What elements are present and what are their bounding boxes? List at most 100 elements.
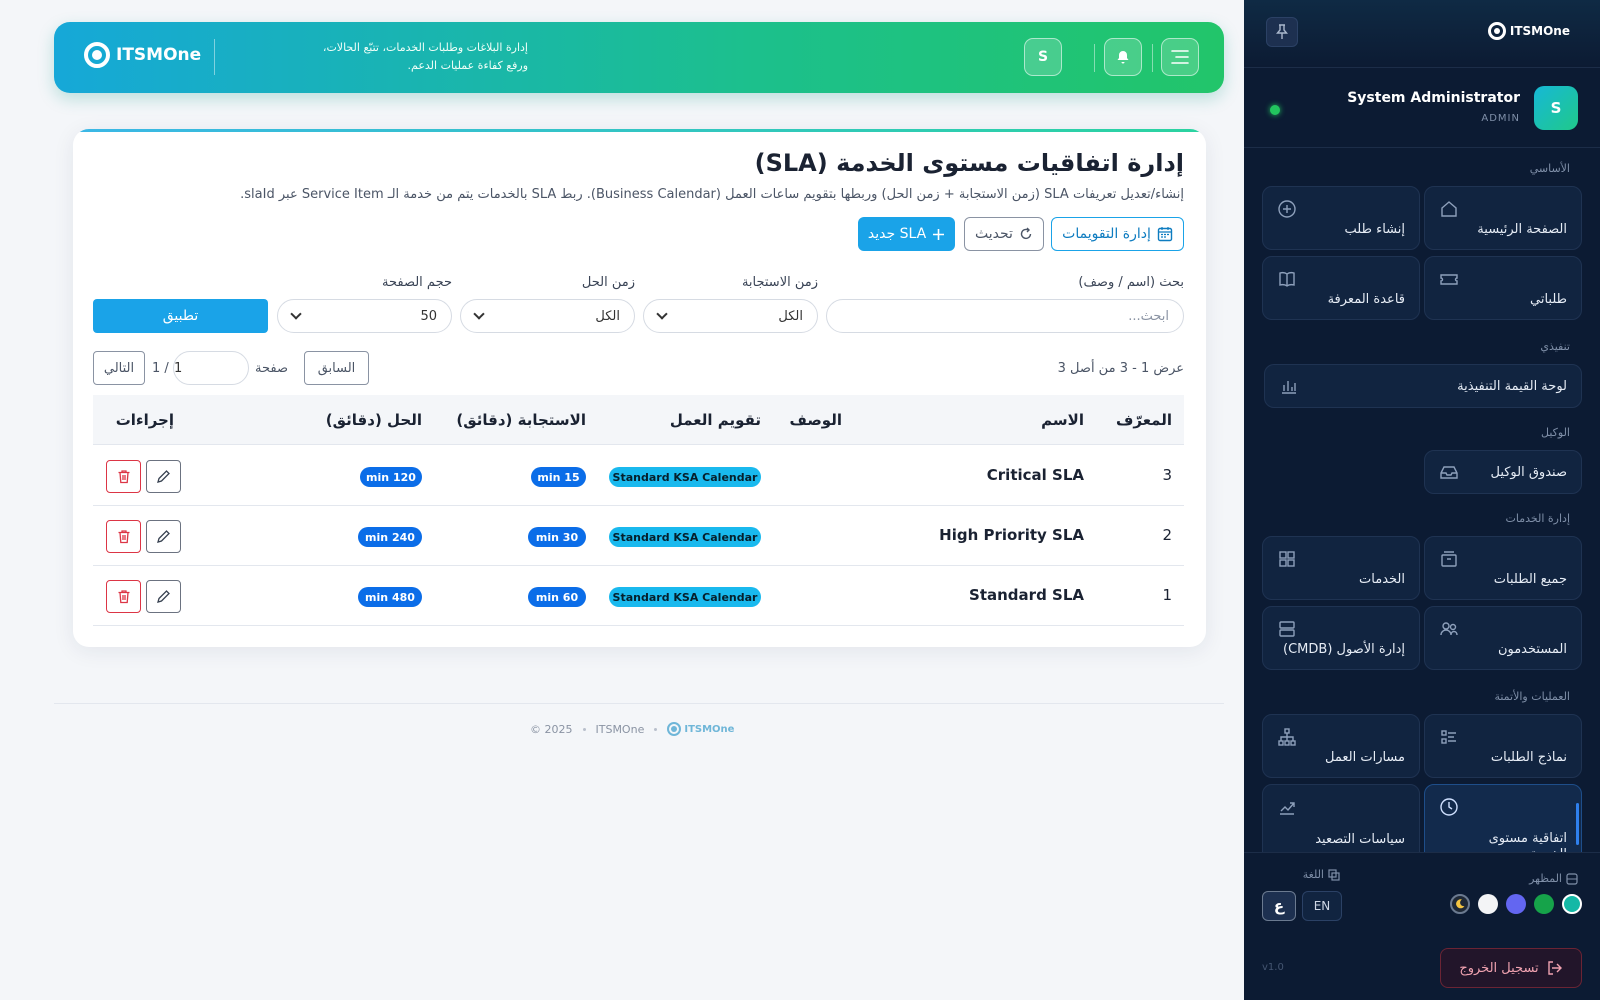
sla-management-card: إدارة اتفاقيات مستوى الخدمة (SLA) إنشاء/… bbox=[73, 129, 1206, 647]
calendar-badge: Standard KSA Calendar bbox=[609, 527, 761, 547]
edit-button[interactable] bbox=[146, 520, 181, 553]
pin-icon bbox=[1276, 24, 1288, 39]
page-size-label: حجم الصفحة bbox=[382, 275, 452, 290]
language-en-button[interactable]: EN bbox=[1302, 891, 1342, 921]
row-id: 2 bbox=[1162, 526, 1172, 544]
online-status-indicator bbox=[1270, 105, 1280, 115]
sidebar-item-all-requests[interactable]: جميع الطلبات bbox=[1424, 536, 1582, 600]
language-ar-button[interactable]: ع bbox=[1262, 891, 1296, 921]
user-name: System Administrator bbox=[1347, 90, 1520, 106]
theme-swatch-green[interactable] bbox=[1534, 894, 1554, 914]
theme-swatch-dark[interactable] bbox=[1450, 894, 1470, 914]
table-row[interactable]: 1 Standard SLA Standard KSA Calendar 60 … bbox=[93, 566, 1184, 626]
user-role: ADMIN bbox=[1481, 113, 1520, 124]
next-page-button[interactable]: التالي bbox=[93, 351, 145, 385]
manage-calendars-button[interactable]: إدارة التقويمات bbox=[1051, 217, 1184, 251]
resolution-filter-select[interactable]: الكل bbox=[460, 299, 635, 333]
profile-avatar-button[interactable]: S bbox=[1024, 38, 1062, 76]
logo-gear-icon bbox=[1487, 22, 1506, 40]
page-subtitle: إنشاء/تعديل تعريفات SLA (زمن الاستجابة +… bbox=[240, 187, 1184, 202]
prev-page-button[interactable]: السابق bbox=[304, 351, 369, 385]
delete-button[interactable] bbox=[106, 460, 141, 493]
sidebar-item-agent-inbox[interactable]: صندوق الوكيل bbox=[1424, 450, 1582, 494]
list-check-icon bbox=[1441, 730, 1456, 744]
moon-icon bbox=[1456, 899, 1465, 909]
sidebar-logo[interactable]: ITSMOne bbox=[1487, 22, 1570, 40]
response-badge: 30 min bbox=[528, 527, 586, 547]
col-description: الوصف bbox=[789, 411, 842, 429]
inbox-icon bbox=[1440, 466, 1458, 479]
col-resolution: الحل (دقائق) bbox=[325, 411, 422, 429]
sidebar-item-services[interactable]: الخدمات bbox=[1262, 536, 1420, 600]
apply-filters-button[interactable]: تطبيق bbox=[93, 299, 268, 333]
sidebar-item-create-request[interactable]: إنشاء طلب bbox=[1262, 186, 1420, 250]
calendar-badge: Standard KSA Calendar bbox=[609, 587, 761, 607]
sidebar-item-cmdb[interactable]: إدارة الأصول (CMDB) bbox=[1262, 606, 1420, 670]
search-input[interactable]: ابحث... bbox=[826, 299, 1184, 333]
new-sla-button[interactable]: SLA جديد bbox=[858, 217, 955, 251]
footer-copyright: © 2025 bbox=[530, 722, 573, 736]
theme-swatch-light[interactable] bbox=[1478, 894, 1498, 914]
sidebar-item-workflows[interactable]: مسارات العمل bbox=[1262, 714, 1420, 778]
logo-gear-icon bbox=[84, 42, 110, 68]
response-filter-select[interactable]: الكل bbox=[643, 299, 818, 333]
sidebar-item-exec-dashboard[interactable]: لوحة القيمة التنفيذية bbox=[1264, 364, 1582, 408]
row-name: High Priority SLA bbox=[939, 526, 1084, 544]
table-row[interactable]: 3 Critical SLA Standard KSA Calendar 15 … bbox=[93, 446, 1184, 506]
top-header: ITSMOne إدارة البلاغات وطلبات الخدمات، ت… bbox=[54, 22, 1224, 93]
pencil-icon bbox=[157, 590, 170, 603]
delete-button[interactable] bbox=[106, 520, 141, 553]
sidebar-item-knowledge-base[interactable]: قاعدة المعرفة bbox=[1262, 256, 1420, 320]
footer-brand: ITSMOne bbox=[595, 722, 645, 736]
sidebar-item-request-forms[interactable]: نماذج الطلبات bbox=[1424, 714, 1582, 778]
palette-icon bbox=[1566, 872, 1578, 885]
section-ops: العمليات والأتمتة bbox=[1494, 690, 1570, 703]
sidebar-item-escalation[interactable]: سياسات التصعيد bbox=[1262, 784, 1420, 852]
footer-dot bbox=[654, 727, 658, 731]
pencil-icon bbox=[157, 470, 170, 483]
sidebar-item-sla[interactable]: اتفاقية مستوى الخدمة bbox=[1424, 784, 1582, 852]
avatar[interactable]: S bbox=[1534, 86, 1578, 130]
sidebar-item-home[interactable]: الصفحة الرئيسية bbox=[1424, 186, 1582, 250]
theme-swatch-indigo[interactable] bbox=[1506, 894, 1526, 914]
col-response: الاستجابة (دقائق) bbox=[456, 411, 586, 429]
sidebar-item-my-requests[interactable]: طلباتي bbox=[1424, 256, 1582, 320]
refresh-button[interactable]: تحديث bbox=[964, 217, 1044, 251]
trash-icon bbox=[118, 470, 129, 484]
footer-divider bbox=[54, 703, 1224, 704]
section-agent: الوكيل bbox=[1541, 426, 1570, 439]
chevron-down-icon bbox=[290, 308, 302, 320]
response-filter-label: زمن الاستجابة bbox=[741, 275, 818, 290]
notifications-button[interactable] bbox=[1104, 38, 1142, 76]
header-logo[interactable]: ITSMOne bbox=[84, 42, 201, 68]
card-accent-bar bbox=[73, 129, 1206, 132]
page-label: صفحة bbox=[255, 361, 288, 376]
archive-icon bbox=[1441, 551, 1457, 567]
theme-swatch-teal[interactable] bbox=[1562, 894, 1582, 914]
sidebar-top: ITSMOne bbox=[1244, 0, 1600, 68]
bell-icon bbox=[1117, 51, 1129, 64]
edit-button[interactable] bbox=[146, 460, 181, 493]
menu-icon bbox=[1171, 50, 1189, 64]
trending-up-icon bbox=[1280, 802, 1295, 815]
pin-sidebar-button[interactable] bbox=[1266, 17, 1298, 47]
app-version: v1.0 bbox=[1262, 962, 1284, 973]
edit-button[interactable] bbox=[146, 580, 181, 613]
page-size-select[interactable]: 50 bbox=[277, 299, 452, 333]
plus-circle-icon bbox=[1278, 200, 1296, 218]
logout-button[interactable]: تسجيل الخروج bbox=[1440, 948, 1582, 988]
section-basic: الأساسي bbox=[1529, 162, 1570, 175]
page-number-input[interactable]: 1 bbox=[173, 351, 249, 385]
translate-icon bbox=[1328, 868, 1340, 881]
delete-button[interactable] bbox=[106, 580, 141, 613]
row-name: Critical SLA bbox=[986, 466, 1084, 484]
table-row[interactable]: 2 High Priority SLA Standard KSA Calenda… bbox=[93, 506, 1184, 566]
header-separator bbox=[1152, 44, 1153, 72]
menu-toggle-button[interactable] bbox=[1161, 38, 1199, 76]
book-icon bbox=[1279, 272, 1295, 287]
sidebar-item-users[interactable]: المستخدمون bbox=[1424, 606, 1582, 670]
ticket-icon bbox=[1440, 274, 1458, 285]
search-label: بحث (اسم / وصف) bbox=[1078, 275, 1184, 290]
results-count: عرض 1 - 3 من أصل 3 bbox=[1057, 361, 1184, 376]
table-header: المعرّف الاسم الوصف تقويم العمل الاستجاب… bbox=[93, 395, 1184, 445]
